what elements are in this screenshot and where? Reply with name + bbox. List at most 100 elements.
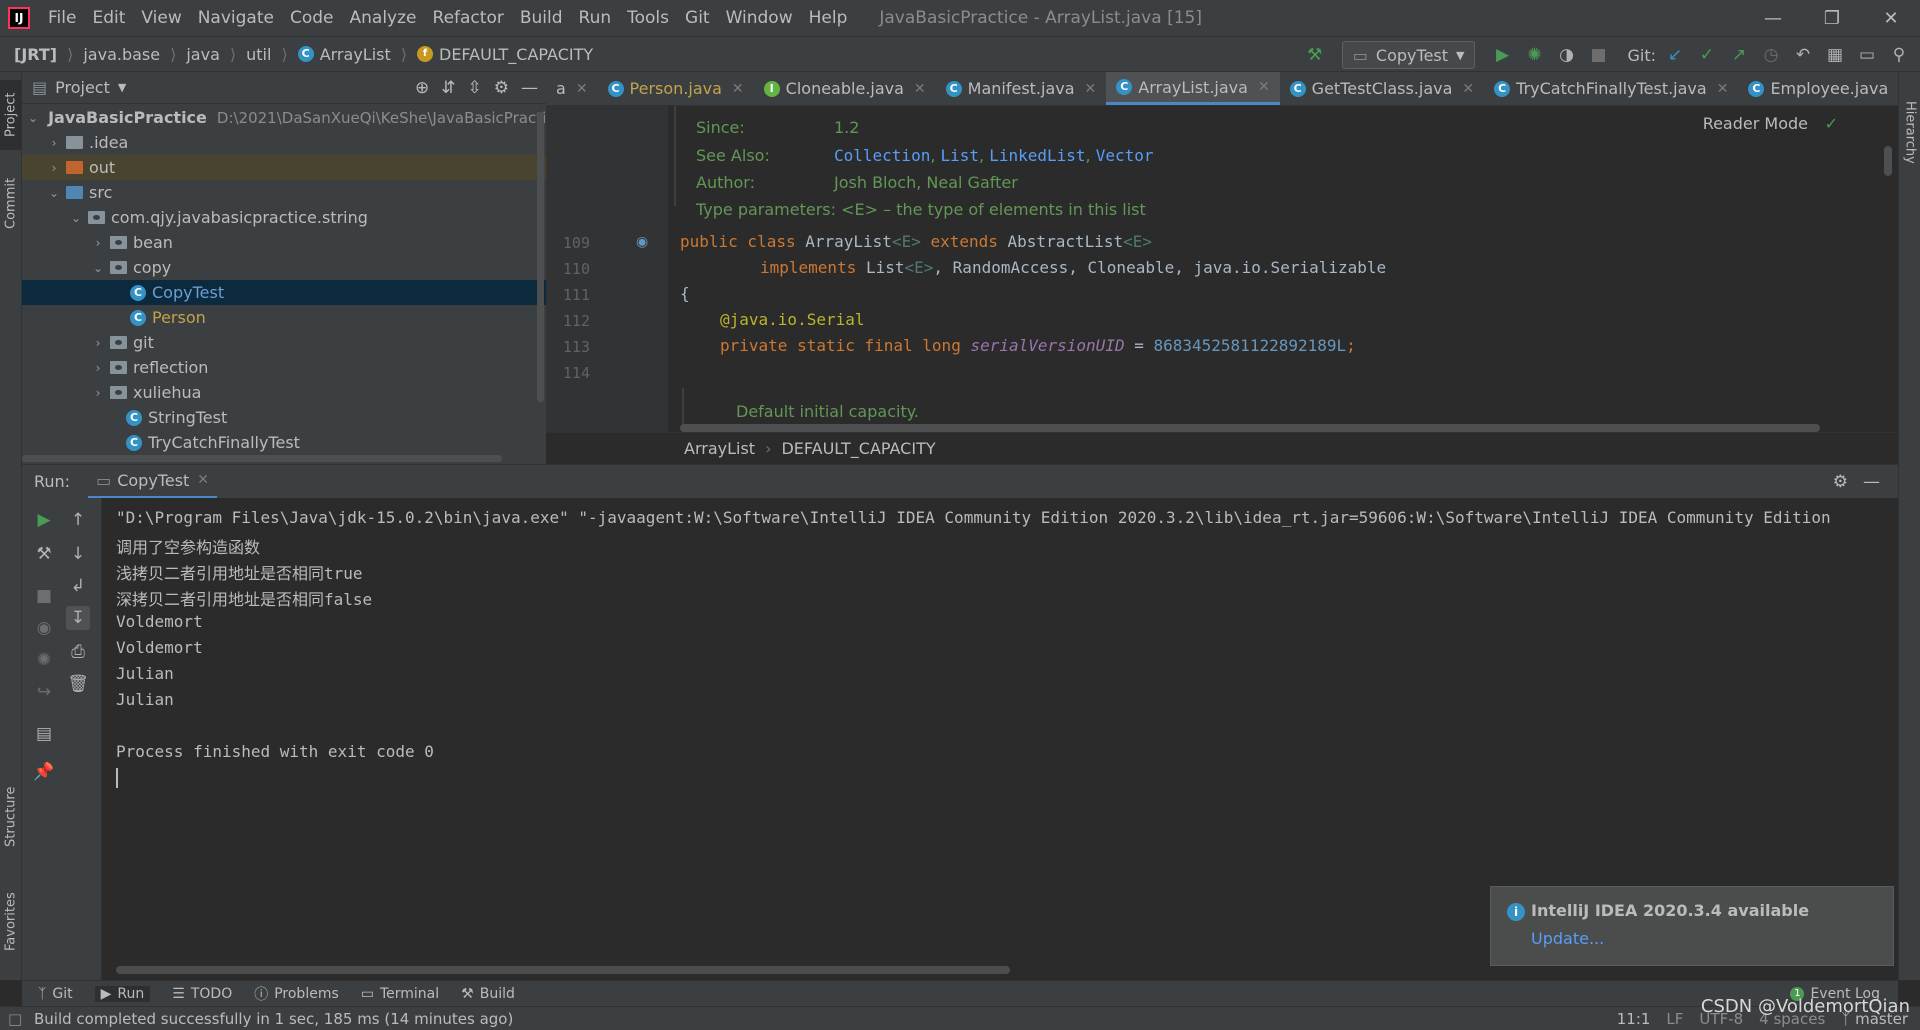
chevron-right-icon[interactable]: › <box>90 361 106 375</box>
tool-tab-git[interactable]: ᛉ Git <box>38 986 73 1002</box>
editor-tab-arraylist[interactable]: C ArrayList.java ✕ <box>1106 72 1280 105</box>
editor-tab-truncated[interactable]: a ✕ <box>546 72 598 105</box>
doc-link-linkedlist[interactable]: LinkedList <box>989 146 1085 165</box>
gear-icon[interactable]: ⚙ <box>1833 472 1848 492</box>
crumb-arraylist[interactable]: ArrayList <box>320 45 391 64</box>
tree-item-out[interactable]: › out <box>22 155 546 180</box>
exit-icon[interactable]: ↪ <box>32 680 56 704</box>
tool-tab-structure[interactable]: Structure <box>0 772 22 862</box>
menu-refactor[interactable]: Refactor <box>425 0 512 36</box>
pin-icon[interactable]: 📌 <box>32 760 56 784</box>
chevron-down-icon[interactable]: ⌄ <box>46 186 62 200</box>
tool-tab-build[interactable]: ⚒ Build <box>461 986 515 1002</box>
git-update-icon[interactable]: ↙ <box>1662 42 1688 68</box>
git-rollback-icon[interactable]: ↶ <box>1790 42 1816 68</box>
close-icon[interactable]: ✕ <box>197 472 209 488</box>
git-push-icon[interactable]: ↗ <box>1726 42 1752 68</box>
editor-vscrollbar[interactable] <box>1884 146 1892 176</box>
crumb-java[interactable]: java <box>186 45 220 64</box>
locate-icon[interactable]: ⊕ <box>415 78 429 98</box>
close-icon[interactable]: ✕ <box>1462 81 1474 97</box>
git-history-icon[interactable]: ◷ <box>1758 42 1784 68</box>
tree-item-xuliehua[interactable]: › xuliehua <box>22 380 546 405</box>
status-message[interactable]: Build completed successfully in 1 sec, 1… <box>34 1010 513 1028</box>
chevron-down-icon[interactable]: ⌄ <box>68 211 84 225</box>
tree-item-copytest[interactable]: C CopyTest <box>22 280 546 305</box>
debug-icon[interactable]: ✺ <box>32 648 56 672</box>
chevron-right-icon[interactable]: › <box>90 386 106 400</box>
restore-icon[interactable]: ❐ <box>1803 0 1861 36</box>
tree-item-stringtest[interactable]: C StringTest <box>22 405 546 430</box>
stop-icon[interactable]: ■ <box>32 584 56 608</box>
close-icon[interactable]: ✕ <box>1862 0 1920 36</box>
hide-panel-icon[interactable]: — <box>521 78 538 98</box>
chevron-right-icon[interactable]: › <box>46 136 62 150</box>
console-hscrollbar[interactable] <box>116 966 1010 974</box>
close-icon[interactable]: ✕ <box>732 81 744 97</box>
editor-tab-manifest[interactable]: C Manifest.java ✕ <box>936 72 1107 105</box>
project-scrollbar[interactable] <box>537 112 544 402</box>
crumb-default-capacity[interactable]: DEFAULT_CAPACITY <box>439 45 593 64</box>
presentation-icon[interactable]: ▭ <box>1854 42 1880 68</box>
menu-view[interactable]: View <box>133 0 189 36</box>
print-icon[interactable]: ⎙ <box>66 640 90 664</box>
expand-all-icon[interactable]: ⇵ <box>441 78 455 98</box>
menu-navigate[interactable]: Navigate <box>190 0 282 36</box>
close-icon[interactable]: ✕ <box>1258 79 1270 95</box>
caret-position[interactable]: 11:1 <box>1617 1010 1651 1028</box>
chevron-right-icon[interactable]: › <box>90 236 106 250</box>
breadcrumb-field[interactable]: DEFAULT_CAPACITY <box>781 439 935 458</box>
editor-tab-employee[interactable]: CEmployee.java✕ <box>1738 72 1898 105</box>
menu-file[interactable]: File <box>40 0 84 36</box>
hide-panel-icon[interactable]: — <box>1863 472 1880 492</box>
chevron-down-icon[interactable]: ⌄ <box>28 111 38 125</box>
layout-icon[interactable]: ▤ <box>32 722 56 746</box>
chevron-down-icon[interactable]: ▼ <box>118 81 126 94</box>
doc-link-list[interactable]: List <box>941 146 980 165</box>
stop-icon[interactable]: ■ <box>1585 42 1611 68</box>
menu-help[interactable]: Help <box>801 0 856 36</box>
editor-hscrollbar[interactable] <box>680 424 1820 432</box>
rerun-icon[interactable]: ▶ <box>32 508 56 532</box>
build-hammer-icon[interactable]: ⚒ <box>1302 42 1328 68</box>
chevron-right-icon[interactable]: › <box>46 161 62 175</box>
menu-analyze[interactable]: Analyze <box>342 0 425 36</box>
gear-icon[interactable]: ⚙ <box>494 78 509 98</box>
project-structure-icon[interactable]: ▦ <box>1822 42 1848 68</box>
close-icon[interactable]: ✕ <box>1717 81 1729 97</box>
editor-tab-person[interactable]: C Person.java ✕ <box>598 72 754 105</box>
doc-link-collection[interactable]: Collection <box>834 146 930 165</box>
update-link[interactable]: Update... <box>1531 929 1604 948</box>
implemented-marker-icon[interactable]: ◉ <box>636 234 648 250</box>
chevron-right-icon[interactable]: › <box>90 336 106 350</box>
close-icon[interactable]: ✕ <box>576 81 588 97</box>
search-icon[interactable]: ⚲ <box>1886 42 1912 68</box>
doc-link-vector[interactable]: Vector <box>1096 146 1154 165</box>
crumb-java-base[interactable]: java.base <box>83 45 160 64</box>
tree-item-bean[interactable]: › bean <box>22 230 546 255</box>
tool-tab-run[interactable]: ▶ Run <box>94 985 151 1002</box>
status-toggle-icon[interactable]: □ <box>8 1010 22 1028</box>
tree-item-reflection[interactable]: › reflection <box>22 355 546 380</box>
debug-icon[interactable]: ✺ <box>1521 42 1547 68</box>
scroll-to-end-icon[interactable]: ↧ <box>66 606 90 630</box>
editor-tab-gettestclass[interactable]: C GetTestClass.java ✕ <box>1280 72 1484 105</box>
close-icon[interactable]: ✕ <box>914 81 926 97</box>
close-icon[interactable]: ✕ <box>1085 81 1097 97</box>
menu-run[interactable]: Run <box>571 0 620 36</box>
menu-window[interactable]: Window <box>718 0 801 36</box>
tree-item-git[interactable]: › git <box>22 330 546 355</box>
tool-tab-favorites[interactable]: Favorites <box>0 882 22 962</box>
crumb-jrt[interactable]: [JRT] <box>14 45 57 64</box>
menu-git[interactable]: Git <box>677 0 718 36</box>
code-editor[interactable]: 109 110 111 112 113 114 ◉ Since: 1.2 See … <box>546 106 1898 432</box>
editor-tab-cloneable[interactable]: I Cloneable.java ✕ <box>754 72 936 105</box>
tool-tab-todo[interactable]: ☰ TODO <box>172 986 232 1002</box>
tool-tab-project[interactable]: Project <box>0 80 22 150</box>
tree-item-copy[interactable]: ⌄ copy <box>22 255 546 280</box>
menu-code[interactable]: Code <box>282 0 342 36</box>
tool-tab-hierarchy[interactable]: Hierarchy <box>1899 82 1920 182</box>
tree-item-trycatch[interactable]: C TryCatchFinallyTest <box>22 430 546 455</box>
breadcrumb-class[interactable]: ArrayList <box>684 439 755 458</box>
tool-tab-commit[interactable]: Commit <box>0 168 22 238</box>
